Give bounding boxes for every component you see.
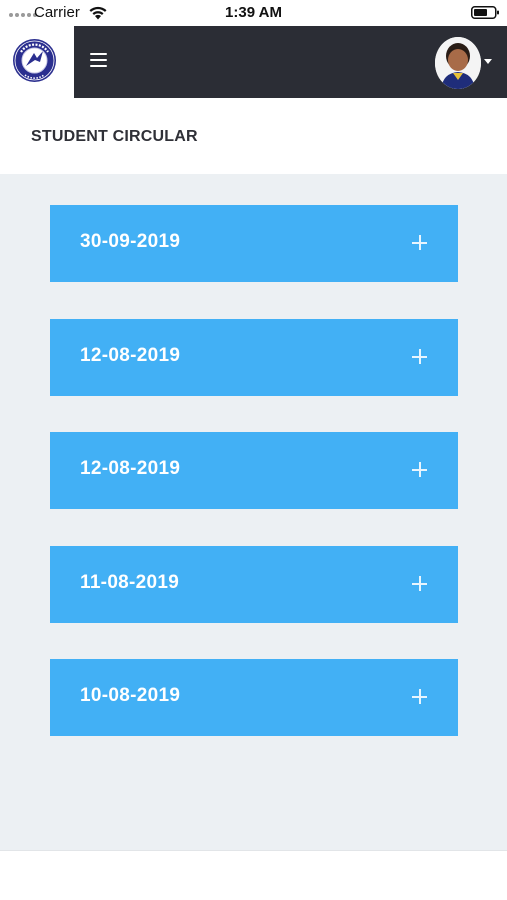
caret-down-icon[interactable] bbox=[484, 59, 492, 64]
circular-date: 30-09-2019 bbox=[80, 231, 181, 252]
footer bbox=[0, 850, 507, 900]
circular-date: 10-08-2019 bbox=[80, 685, 181, 706]
hamburger-menu-icon[interactable] bbox=[90, 53, 107, 67]
plus-icon[interactable] bbox=[412, 235, 427, 250]
circular-list: 30-09-2019 12-08-2019 12-08-2019 11-08-2… bbox=[0, 174, 507, 850]
app-header bbox=[74, 26, 507, 98]
status-time: 1:39 AM bbox=[225, 4, 282, 21]
title-bar: STUDENT CIRCULAR bbox=[0, 98, 507, 174]
circular-item[interactable]: 30-09-2019 bbox=[50, 205, 458, 282]
plus-icon[interactable] bbox=[412, 349, 427, 364]
status-bar: Carrier 1:39 AM bbox=[0, 0, 507, 26]
plus-icon[interactable] bbox=[412, 689, 427, 704]
student-avatar[interactable] bbox=[435, 37, 481, 89]
school-logo-icon bbox=[13, 39, 56, 82]
plus-icon[interactable] bbox=[412, 576, 427, 591]
page-title: STUDENT CIRCULAR bbox=[31, 128, 198, 145]
circular-date: 11-08-2019 bbox=[80, 572, 180, 593]
battery-icon bbox=[471, 6, 499, 19]
circular-item[interactable]: 12-08-2019 bbox=[50, 432, 458, 509]
logo-area bbox=[0, 26, 74, 98]
circular-item[interactable]: 11-08-2019 bbox=[50, 546, 458, 623]
circular-item[interactable]: 10-08-2019 bbox=[50, 659, 458, 736]
circular-date: 12-08-2019 bbox=[80, 345, 181, 366]
avatar-image bbox=[435, 37, 481, 89]
plus-icon[interactable] bbox=[412, 462, 427, 477]
circular-item[interactable]: 12-08-2019 bbox=[50, 319, 458, 396]
circular-date: 12-08-2019 bbox=[80, 458, 181, 479]
